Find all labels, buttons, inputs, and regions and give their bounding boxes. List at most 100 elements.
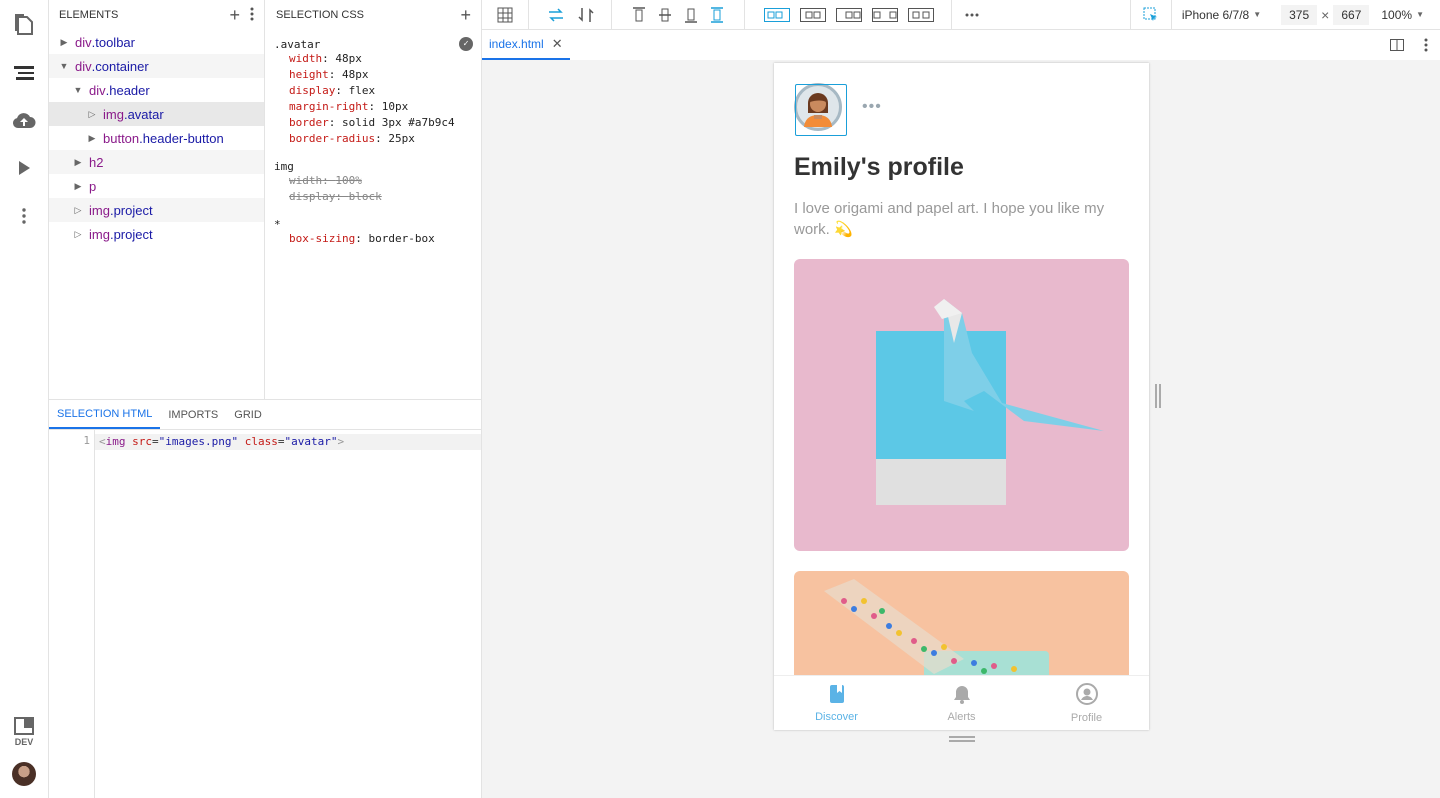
- css-property: width: [289, 174, 323, 187]
- css-value: 48px: [335, 52, 362, 65]
- layers-icon[interactable]: [12, 61, 36, 85]
- caret-icon[interactable]: ▶: [57, 37, 71, 48]
- tree-row[interactable]: ▶ p: [49, 174, 264, 198]
- more-vertical-icon[interactable]: [250, 5, 254, 26]
- height-input[interactable]: 667: [1333, 4, 1370, 25]
- caret-icon[interactable]: ▷: [71, 229, 85, 240]
- file-tab[interactable]: index.html ✕: [482, 30, 570, 60]
- caret-icon[interactable]: ▼: [71, 85, 85, 95]
- code-attr: class: [244, 435, 278, 448]
- tree-row[interactable]: ▼ div .container: [49, 54, 264, 78]
- css-declaration[interactable]: border: solid 3px #a7b9c4: [274, 116, 473, 132]
- caret-icon[interactable]: ▼: [57, 61, 71, 71]
- tab-selection-html[interactable]: SELECTION HTML: [49, 400, 161, 429]
- activity-rail: DEV: [0, 0, 49, 798]
- tree-tag: img: [89, 226, 110, 242]
- flex-column-icon[interactable]: [571, 0, 601, 30]
- css-rule[interactable]: * box-sizing: border-box: [266, 216, 481, 248]
- inspect-icon[interactable]: [1131, 0, 1171, 30]
- tree-row[interactable]: ▶ h2: [49, 150, 264, 174]
- play-icon[interactable]: [12, 156, 36, 180]
- zoom-select[interactable]: 100% ▼: [1381, 8, 1424, 22]
- css-declaration[interactable]: box-sizing: border-box: [274, 232, 473, 248]
- tree-row[interactable]: ▶ div .toolbar: [49, 30, 264, 54]
- tree-row[interactable]: ▷ img .project: [49, 198, 264, 222]
- check-icon[interactable]: ✓: [459, 37, 473, 51]
- panel-layout-icon[interactable]: [12, 714, 36, 738]
- code-tag: img: [105, 435, 126, 448]
- width-input[interactable]: 375: [1281, 4, 1318, 25]
- nav-item-profile[interactable]: Profile: [1024, 676, 1149, 730]
- tree-class: .toolbar: [91, 34, 135, 50]
- justify-start-icon[interactable]: [759, 0, 795, 30]
- preview-canvas: ••• Emily's profile I love origami and p…: [482, 60, 1440, 798]
- css-declaration[interactable]: border-radius: 25px: [274, 132, 473, 148]
- files-icon[interactable]: [12, 12, 36, 36]
- more-vertical-icon[interactable]: [1412, 38, 1440, 52]
- align-center-icon[interactable]: [652, 0, 678, 30]
- justify-around-icon[interactable]: [903, 0, 939, 30]
- user-avatar[interactable]: [12, 762, 36, 786]
- css-declaration[interactable]: margin-right: 10px: [274, 100, 473, 116]
- tree-tag: div: [75, 58, 92, 74]
- css-value: block: [348, 190, 382, 203]
- justify-end-icon[interactable]: [831, 0, 867, 30]
- tab-grid[interactable]: GRID: [226, 400, 270, 429]
- file-tab-label: index.html: [489, 37, 544, 51]
- device-select[interactable]: iPhone 6/7/8 ▼: [1182, 8, 1261, 22]
- caret-icon[interactable]: ▶: [85, 133, 99, 144]
- grid-icon[interactable]: [482, 0, 528, 30]
- justify-between-icon[interactable]: [867, 0, 903, 30]
- project-image[interactable]: [794, 259, 1129, 551]
- bottom-nav: Discover Alerts Profile: [774, 675, 1149, 730]
- justify-center-icon[interactable]: [795, 0, 831, 30]
- avatar[interactable]: [794, 83, 847, 136]
- nav-item-discover[interactable]: Discover: [774, 676, 899, 730]
- code-line[interactable]: <img src="images.png" class="avatar">: [95, 434, 481, 450]
- close-icon[interactable]: ✕: [552, 36, 563, 52]
- css-property: box-sizing: [289, 232, 356, 245]
- split-view-icon[interactable]: [1382, 39, 1412, 51]
- css-rule[interactable]: img width: 100% display: block: [266, 158, 481, 206]
- css-declaration[interactable]: height: 48px: [274, 68, 473, 84]
- more-horizontal-icon[interactable]: [952, 0, 992, 30]
- caret-icon[interactable]: ▷: [71, 205, 85, 216]
- elements-panel: ELEMENTS + ▶ div .toolbar ▼ div .container ▼…: [49, 0, 265, 399]
- code-value: "images.png": [158, 435, 239, 448]
- caret-icon[interactable]: ▶: [71, 157, 85, 168]
- nav-label: Alerts: [947, 710, 976, 723]
- flex-row-icon[interactable]: [541, 0, 571, 30]
- css-declaration[interactable]: width: 100%: [274, 174, 473, 190]
- cloud-upload-icon[interactable]: [12, 108, 36, 132]
- file-tabs: index.html ✕: [482, 30, 1440, 60]
- tree-row[interactable]: ▷ img .avatar: [49, 102, 264, 126]
- align-top-icon[interactable]: [626, 0, 652, 30]
- more-vertical-icon[interactable]: [12, 204, 36, 228]
- tree-row[interactable]: ▷ img .project: [49, 222, 264, 246]
- profile-title: Emily's profile: [794, 153, 964, 181]
- add-icon[interactable]: +: [460, 5, 471, 26]
- align-stretch-icon[interactable]: [704, 0, 730, 30]
- resize-handle-horizontal[interactable]: [949, 736, 975, 742]
- css-declaration[interactable]: display: block: [274, 190, 473, 206]
- selection-html-panel: SELECTION HTML IMPORTS GRID 1 <img src="im…: [49, 399, 482, 798]
- css-property: display: [289, 190, 336, 203]
- tree-class: .header: [105, 82, 150, 98]
- nav-item-alerts[interactable]: Alerts: [899, 676, 1024, 730]
- css-declaration[interactable]: width: 48px: [274, 52, 473, 68]
- resize-handle-vertical[interactable]: [1155, 384, 1161, 408]
- header-button[interactable]: •••: [862, 98, 882, 116]
- code-editor[interactable]: 1 <img src="images.png" class="avatar">: [49, 430, 481, 798]
- css-selector: .avatar: [274, 37, 321, 51]
- caret-icon[interactable]: ▶: [71, 181, 85, 192]
- caret-icon[interactable]: ▷: [85, 109, 99, 120]
- tree-row[interactable]: ▶ button .header-button: [49, 126, 264, 150]
- tree-row[interactable]: ▼ div .header: [49, 78, 264, 102]
- css-property: border: [289, 116, 329, 129]
- add-icon[interactable]: +: [229, 5, 240, 26]
- css-declaration[interactable]: display: flex: [274, 84, 473, 100]
- align-bottom-icon[interactable]: [678, 0, 704, 30]
- css-rule[interactable]: .avatar ✓ width: 48px height: 48px display: …: [266, 36, 481, 148]
- tab-imports[interactable]: IMPORTS: [160, 400, 226, 429]
- project-image[interactable]: [794, 571, 1129, 691]
